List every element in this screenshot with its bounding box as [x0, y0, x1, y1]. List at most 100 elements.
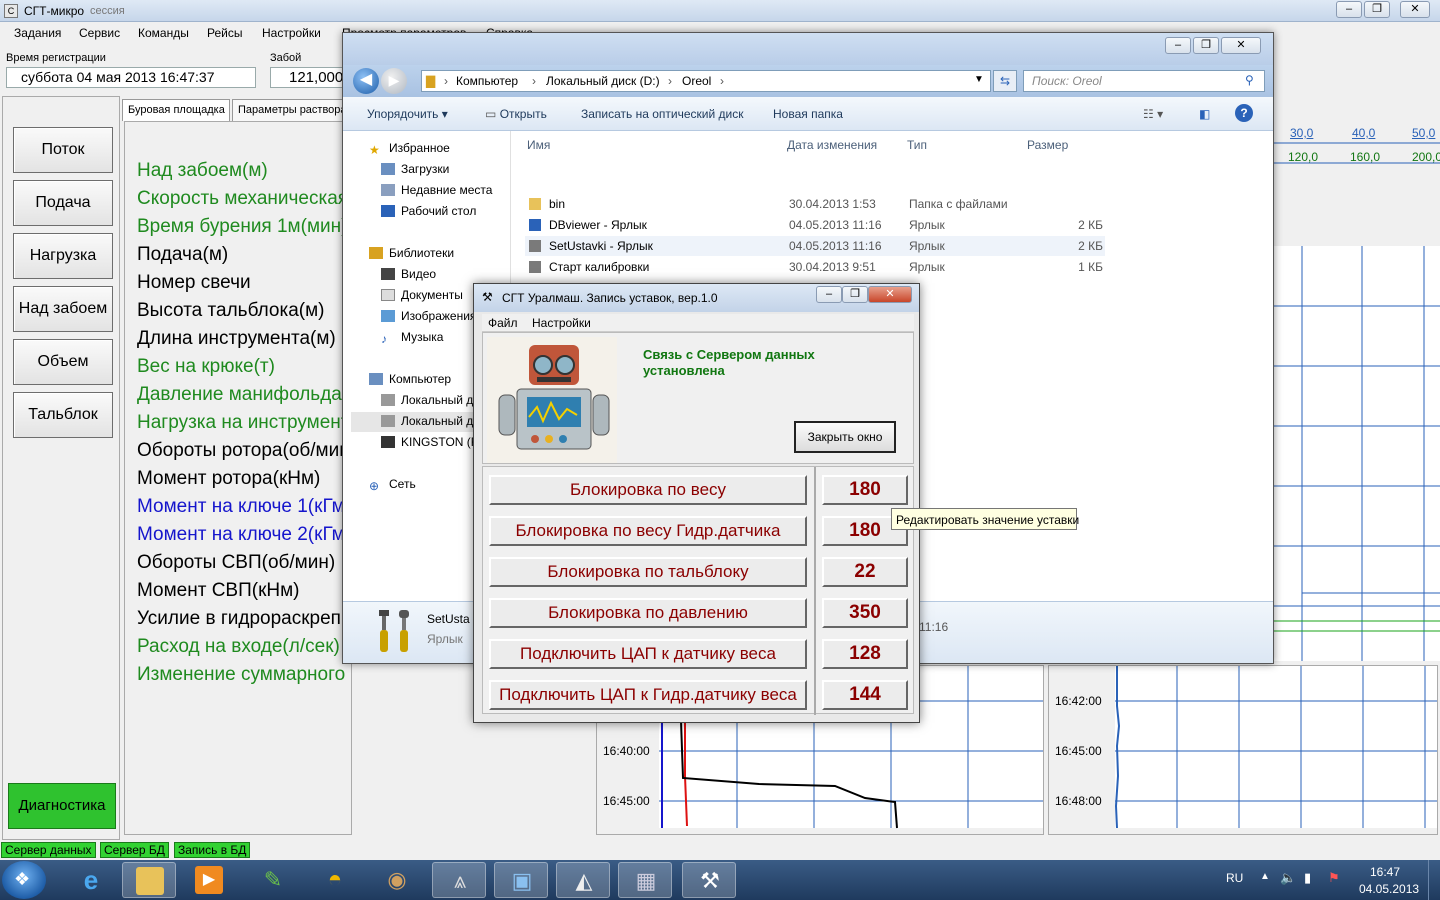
open-button[interactable]: ▭ Открыть: [485, 107, 547, 121]
new-folder-button[interactable]: Новая папка: [773, 107, 843, 121]
volume-icon[interactable]: 🔈: [1280, 870, 1296, 886]
setting-label-button[interactable]: Блокировка по весу Гидр.датчика: [489, 516, 807, 546]
refresh-icon[interactable]: ⇆: [993, 70, 1017, 92]
explorer-maximize-button[interactable]: ❐: [1193, 37, 1219, 54]
start-button[interactable]: ❖: [2, 861, 46, 899]
taskbar-calculator[interactable]: ▦: [618, 862, 672, 898]
breadcrumb-disk[interactable]: Локальный диск (D:): [546, 74, 660, 88]
volume-button[interactable]: Объем: [13, 339, 113, 385]
nav-disk-c[interactable]: Локальный д: [381, 393, 473, 407]
taskbar-helmet[interactable]: ◓: [308, 862, 362, 898]
nav-music[interactable]: ♪ Музыка: [381, 330, 443, 346]
setting-value-button[interactable]: 350: [822, 598, 908, 628]
search-icon[interactable]: ⚲: [1245, 73, 1254, 87]
taskbar-monitor[interactable]: ▣: [494, 862, 548, 898]
taskbar-rig[interactable]: ⩓: [432, 862, 486, 898]
feed-button[interactable]: Подача: [13, 180, 113, 226]
taskbar-setustavki[interactable]: ⚒: [682, 862, 736, 898]
column-type[interactable]: Тип: [907, 138, 927, 152]
clock-time[interactable]: 16:47: [1370, 865, 1400, 879]
setting-value-button[interactable]: 22: [822, 557, 908, 587]
taskbar-paint[interactable]: ◉: [370, 862, 424, 898]
minimize-button[interactable]: –: [1336, 1, 1362, 18]
dialog-menu-settings[interactable]: Настройки: [532, 316, 591, 330]
file-row[interactable]: SetUstavki - Ярлык 04.05.2013 11:16 Ярлык 2…: [525, 236, 1105, 256]
nav-favorites[interactable]: ★ Избранное: [369, 141, 450, 157]
file-row[interactable]: bin 30.04.2013 1:53 Папка с файлами: [525, 194, 1105, 214]
address-dropdown-icon[interactable]: ▼: [974, 74, 984, 85]
back-arrow-icon[interactable]: ◀: [353, 68, 379, 94]
maximize-button[interactable]: ❐: [1364, 1, 1390, 18]
taskbar-explorer[interactable]: [122, 862, 176, 898]
show-desktop-button[interactable]: [1428, 860, 1440, 900]
breadcrumb-computer[interactable]: Компьютер: [456, 74, 518, 88]
flow-button[interactable]: Поток: [13, 127, 113, 173]
column-size[interactable]: Размер: [1027, 138, 1068, 152]
action-center-icon[interactable]: ⚑: [1328, 870, 1340, 886]
nav-recent[interactable]: Недавние места: [381, 183, 492, 197]
load-button[interactable]: Нагрузка: [13, 233, 113, 279]
menu-settings[interactable]: Настройки: [262, 26, 321, 40]
monitor-icon: ▣: [511, 868, 533, 893]
tab-drilling-site[interactable]: Буровая площадка: [122, 99, 230, 121]
dialog-title: СГТ Уралмаш. Запись уставок, вер.1.0: [502, 291, 718, 305]
dialog-minimize-button[interactable]: –: [816, 286, 842, 303]
nav-desktop[interactable]: Рабочий стол: [381, 204, 476, 218]
explorer-close-button[interactable]: ✕: [1221, 37, 1261, 54]
taskbar-ie[interactable]: e: [64, 862, 118, 898]
nav-computer[interactable]: Компьютер: [369, 372, 451, 386]
view-options-icon[interactable]: ☷ ▾: [1143, 107, 1163, 121]
setting-label-button[interactable]: Подключить ЦАП к датчику веса: [489, 639, 807, 669]
close-window-button[interactable]: Закрыть окно: [794, 421, 896, 453]
help-icon[interactable]: ?: [1235, 104, 1253, 122]
organize-button[interactable]: Упорядочить ▾: [367, 107, 448, 121]
dialog-maximize-button[interactable]: ❐: [842, 286, 868, 303]
tab-mud-params[interactable]: Параметры раствора: [232, 99, 352, 121]
param-label: Время бурения 1м(мин): [137, 216, 348, 237]
forward-arrow-icon[interactable]: ▶: [381, 68, 407, 94]
burn-disc-button[interactable]: Записать на оптический диск: [581, 107, 744, 121]
nav-images[interactable]: Изображения: [381, 309, 476, 323]
setting-label-button[interactable]: Блокировка по тальблоку: [489, 557, 807, 587]
nav-video[interactable]: Видео: [381, 267, 436, 281]
close-button[interactable]: ✕: [1400, 1, 1430, 18]
nav-downloads[interactable]: Загрузки: [381, 162, 449, 176]
menu-tasks[interactable]: Задания: [14, 26, 61, 40]
nav-kingston[interactable]: KINGSTON (F: [381, 435, 478, 449]
column-date[interactable]: Дата изменения: [787, 138, 877, 152]
menu-service[interactable]: Сервис: [79, 26, 120, 40]
setting-value-button[interactable]: 180: [822, 475, 908, 505]
column-name[interactable]: Имя: [527, 138, 550, 152]
dialog-menu-file[interactable]: Файл: [488, 316, 518, 330]
search-input[interactable]: Поиск: Oreol: [1023, 70, 1265, 92]
file-row[interactable]: Старт калибровки 30.04.2013 9:51 Ярлык 1 КБ: [525, 257, 1105, 277]
address-bar[interactable]: ▇ › Компьютер › Локальный диск (D:) › Or…: [421, 70, 991, 92]
taskbar-satellite[interactable]: ◭: [556, 862, 610, 898]
file-row[interactable]: DBviewer - Ярлык 04.05.2013 11:16 Ярлык 2 К…: [525, 215, 1105, 235]
network-tray-icon[interactable]: ▮: [1304, 870, 1311, 886]
menu-trips[interactable]: Рейсы: [207, 26, 242, 40]
menu-commands[interactable]: Команды: [138, 26, 189, 40]
preview-pane-icon[interactable]: ◧: [1199, 107, 1210, 121]
setting-value-button[interactable]: 144: [822, 680, 908, 710]
setting-value-button[interactable]: 128: [822, 639, 908, 669]
explorer-minimize-button[interactable]: –: [1165, 37, 1191, 54]
folder-icon: [136, 867, 164, 895]
dialog-close-button[interactable]: ✕: [868, 286, 912, 303]
language-indicator[interactable]: RU: [1226, 871, 1243, 885]
setting-label-button[interactable]: Подключить ЦАП к Гидр.датчику веса: [489, 680, 807, 710]
above-bottom-button[interactable]: Над забоем: [13, 286, 113, 332]
nav-documents[interactable]: Документы: [381, 288, 463, 302]
diagnostics-button[interactable]: Диагностика: [8, 783, 116, 829]
setting-label-button[interactable]: Блокировка по весу: [489, 475, 807, 505]
clock-date[interactable]: 04.05.2013: [1359, 882, 1419, 896]
nav-libraries[interactable]: Библиотеки: [369, 246, 454, 260]
dialog-header-panel: Связь с Сервером данных установлена Закр…: [482, 332, 914, 464]
tray-expand-icon[interactable]: ▲: [1260, 871, 1270, 882]
taskbar-media[interactable]: ▶: [182, 862, 236, 898]
breadcrumb-oreol[interactable]: Oreol: [682, 74, 711, 88]
nav-network[interactable]: ⊕ Сеть: [369, 477, 416, 493]
taskbar-tools-app[interactable]: ✎: [246, 862, 300, 898]
setting-label-button[interactable]: Блокировка по давлению: [489, 598, 807, 628]
traveling-block-button[interactable]: Тальблок: [13, 392, 113, 438]
